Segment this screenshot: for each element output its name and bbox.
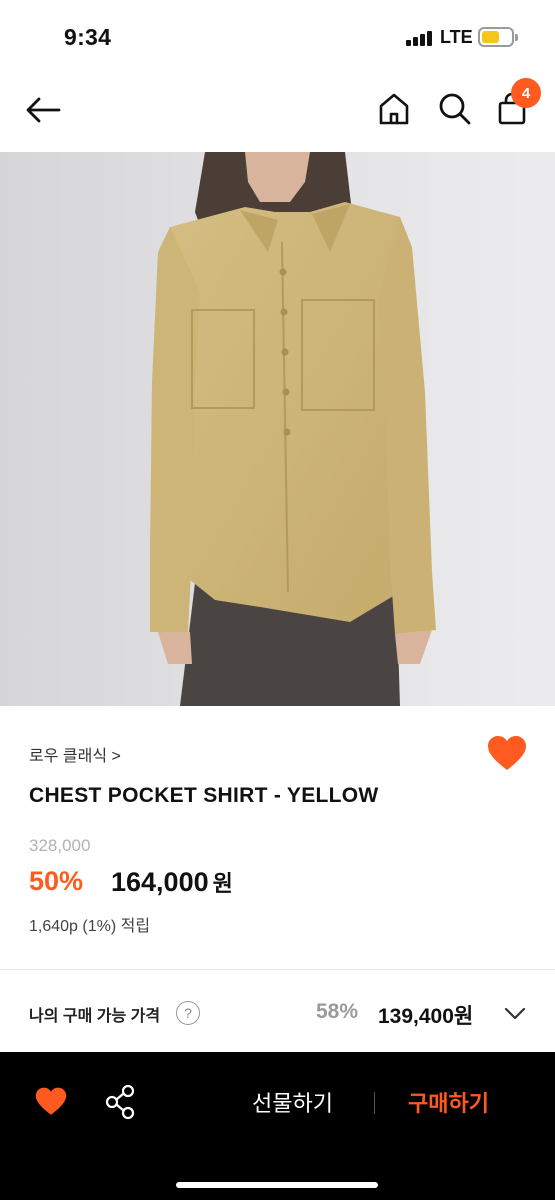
share-icon: [105, 1084, 135, 1120]
back-button[interactable]: [22, 90, 64, 130]
home-icon: [379, 93, 409, 125]
button-separator: [374, 1092, 375, 1114]
search-button[interactable]: [436, 90, 474, 128]
wishlist-button[interactable]: [486, 734, 528, 774]
cart-count-badge: 4: [511, 78, 541, 108]
currency-label: 원: [212, 871, 233, 896]
buy-button[interactable]: 구매하기: [408, 1086, 489, 1118]
signal-icon: [406, 30, 434, 46]
bottom-action-bar: 선물하기 구매하기: [0, 1052, 555, 1200]
product-image[interactable]: [0, 152, 555, 706]
discount-rate: 50%: [29, 866, 84, 896]
home-button[interactable]: [376, 90, 412, 128]
arrow-left-icon: [26, 97, 61, 123]
my-price-expand-button[interactable]: [502, 1001, 528, 1025]
sale-price: 164,000 원: [111, 866, 233, 898]
chevron-down-icon: [504, 1007, 526, 1020]
brand-link[interactable]: 로우 클래식 >: [29, 742, 121, 766]
my-price-rate: 58%: [316, 1000, 359, 1023]
home-indicator: [176, 1182, 378, 1188]
gift-button[interactable]: 선물하기: [252, 1086, 333, 1118]
status-time: 9:34: [64, 24, 112, 50]
bottom-wishlist-button[interactable]: [34, 1086, 68, 1118]
share-button[interactable]: [104, 1084, 136, 1120]
search-icon: [439, 93, 471, 125]
heart-icon: [35, 1087, 67, 1115]
product-title: CHEST POCKET SHIRT - YELLOW: [29, 784, 379, 807]
status-bar: 9:34 LTE: [0, 0, 555, 72]
battery-icon: [478, 27, 518, 47]
heart-icon: [488, 736, 526, 770]
my-price-value: 139,400원: [378, 1005, 474, 1028]
points-info: 1,640p (1%) 적립: [29, 918, 151, 935]
network-label: LTE: [440, 27, 473, 47]
sale-price-value: 164,000: [111, 867, 209, 897]
product-photo: [0, 152, 555, 706]
my-price-label: 나의 구매 가능 가격: [29, 1008, 161, 1025]
help-icon[interactable]: ?: [176, 1001, 200, 1025]
original-price: 328,000: [29, 836, 91, 855]
app-header: 4: [0, 72, 555, 152]
section-divider: [0, 969, 555, 970]
